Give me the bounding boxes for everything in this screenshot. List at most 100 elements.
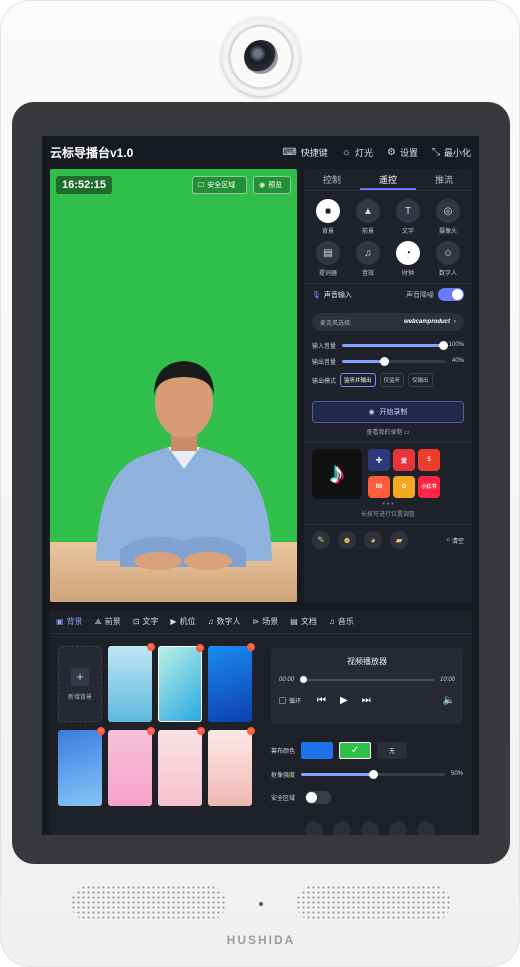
video-preview[interactable]: 16:52:15 ☐ 安全区域 ◉ 预览 (50, 169, 297, 602)
next-icon[interactable]: ⏭ (362, 695, 371, 706)
grid-item-text[interactable]: T 文字 (388, 199, 428, 235)
app-icon[interactable]: 88 (368, 475, 390, 498)
player-progress[interactable] (300, 676, 434, 683)
output-volume-slider[interactable] (342, 356, 446, 366)
settings-button[interactable]: ⚙ 设置 (387, 146, 418, 159)
digital-human-icon: ☺ (436, 241, 460, 265)
delete-icon[interactable]: − (147, 727, 155, 735)
tab-camera[interactable]: ▶ 机位 (170, 616, 195, 627)
app-icon[interactable]: 爱 (393, 449, 415, 471)
bottom-safe-area-row: 安全区域 (271, 790, 463, 804)
delete-icon[interactable]: − (247, 643, 255, 651)
tab-document[interactable]: ▤ 文档 (290, 616, 317, 627)
tab-label: 文字 (142, 617, 159, 626)
light-button[interactable]: ☼ 灯光 (342, 146, 373, 159)
noise-reduction-toggle[interactable] (438, 288, 464, 301)
progress-knob[interactable] (300, 676, 308, 683)
delete-icon[interactable]: − (247, 727, 255, 735)
clear-button[interactable]: ⌂ 清空 (446, 536, 464, 545)
grid-item-foreground[interactable]: ▲ 前景 (348, 199, 388, 235)
slider-knob[interactable] (369, 769, 378, 779)
check-icon: ✓ (350, 744, 360, 756)
tab-digital-human[interactable]: ♫ 数字人 (208, 616, 241, 627)
grid-label: 文字 (401, 229, 414, 235)
background-thumb[interactable]: − (58, 727, 105, 806)
tab-label: 前景 (104, 617, 121, 626)
folder-icon: ▭ (404, 430, 410, 436)
eraser-icon[interactable]: ▰ (390, 531, 408, 549)
tool-icon[interactable] (417, 822, 435, 835)
tool-icon[interactable] (305, 822, 323, 835)
grid-item-background[interactable]: ■ 背景 (308, 199, 348, 235)
tab-remote[interactable]: 遥控 (360, 169, 416, 190)
grid-item-teleprompter[interactable]: ▤ 提词器 (308, 241, 348, 277)
matte-strength-row: 抠像强度 50% (271, 768, 463, 780)
foreground-icon: ▲ (356, 199, 380, 223)
delete-icon[interactable]: − (197, 727, 205, 735)
matte-slider[interactable] (301, 769, 445, 779)
play-icon[interactable]: ▶ (340, 695, 348, 706)
grid-item-clock[interactable]: ◔ 时钟 (388, 241, 428, 277)
start-record-button[interactable]: ◉ 开始录制 (312, 401, 464, 423)
tab-foreground[interactable]: ⟁ 前景 (95, 616, 121, 627)
avatar-icon[interactable]: ☻ (338, 531, 356, 549)
previous-icon[interactable]: ⏮ (317, 695, 326, 706)
tab-scene[interactable]: ⊳ 场景 (253, 616, 279, 627)
pen-icon[interactable]: ✎ (312, 531, 330, 549)
background-thumb[interactable]: − (208, 643, 255, 722)
grid-item-audio[interactable]: ♫ 音效 (348, 241, 388, 277)
slider-knob[interactable] (379, 356, 389, 366)
shortcut-button[interactable]: ⌨ 快捷键 (282, 146, 327, 159)
tab-background[interactable]: ▣ 背景 (56, 616, 83, 627)
background-thumb[interactable]: − (158, 644, 204, 722)
input-volume-label: 输入音量 (312, 343, 337, 350)
green-swatch[interactable]: ✓ (339, 741, 372, 759)
background-thumb[interactable]: − (108, 727, 155, 806)
tab-text[interactable]: ⊡ 文字 (133, 616, 159, 627)
slider-knob[interactable] (438, 340, 448, 350)
delete-icon[interactable]: − (97, 727, 105, 735)
mode-output-only[interactable]: 仅输出 (408, 373, 433, 387)
loop-checkbox[interactable] (279, 697, 286, 704)
douyin-app[interactable]: ♪ (312, 449, 362, 499)
music-icon: ♫ (207, 617, 214, 626)
tab-stream[interactable]: 推流 (416, 169, 472, 190)
control-panel: 控制 遥控 推流 ■ 背景 ▲ 前景 T 文字 ◎ 摄像头 ▤ 提词器 ♫ 音效 ◔ 时钟 ☺… (304, 169, 472, 602)
microphone-hole (259, 902, 263, 906)
safe-area-toggle[interactable] (305, 790, 332, 804)
background-thumb[interactable]: − (158, 727, 205, 806)
grid-label: 提词器 (318, 271, 337, 277)
background-icon: ▣ (56, 617, 64, 626)
no-color-swatch[interactable]: 无 (377, 741, 408, 759)
grid-label: 音效 (361, 271, 374, 277)
tab-control[interactable]: 控制 (304, 169, 360, 190)
app-icon[interactable]: ✿ (393, 475, 415, 498)
delete-icon[interactable]: − (196, 644, 204, 652)
volume-icon[interactable]: 🔈 (443, 695, 455, 706)
mode-monitor-output[interactable]: 监听并输出 (340, 373, 376, 387)
grid-item-camera[interactable]: ◎ 摄像头 (428, 199, 468, 235)
tab-label: 场景 (262, 617, 279, 626)
app-icon[interactable]: 5 (418, 449, 440, 471)
function-grid: ■ 背景 ▲ 前景 T 文字 ◎ 摄像头 ▤ 提词器 ♫ 音效 ◔ 时钟 ☺ 数字人 (304, 191, 472, 283)
player-title: 视频播放器 (347, 657, 387, 666)
background-thumb[interactable]: − (108, 643, 155, 722)
grid-item-digital-human[interactable]: ☺ 数字人 (428, 241, 468, 277)
slider-fill (342, 343, 443, 347)
input-volume-slider[interactable] (342, 340, 448, 350)
delete-icon[interactable]: − (147, 643, 155, 651)
view-recordings-link[interactable]: 查看我的录制 ▭ (304, 427, 472, 436)
tool-icon[interactable] (389, 822, 407, 835)
tool-icon[interactable] (333, 822, 351, 835)
blue-swatch[interactable] (301, 741, 334, 759)
pie-icon[interactable]: ◕ (364, 531, 382, 549)
mode-monitor-only[interactable]: 仅监听 (379, 373, 405, 387)
xiaohongshu-app[interactable]: 小红书 (418, 475, 440, 498)
tab-music[interactable]: ♫ 音乐 (329, 616, 354, 627)
add-background-button[interactable]: + 新增背景 (58, 646, 102, 722)
minimize-button[interactable]: ⤡ 最小化 (432, 146, 471, 159)
add-app-button[interactable]: + (368, 449, 390, 471)
tool-icon[interactable] (361, 822, 379, 835)
background-thumb[interactable]: − (208, 727, 255, 806)
mic-select[interactable]: 麦克风选择: webcamproduct › (312, 313, 464, 331)
